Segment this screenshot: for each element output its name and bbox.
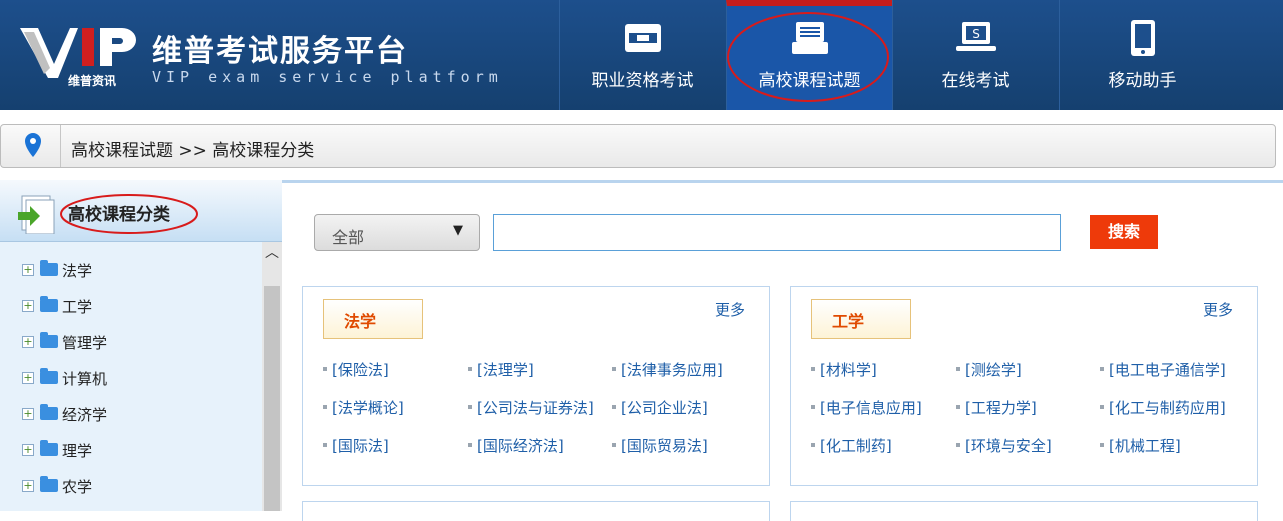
folder-icon	[40, 368, 58, 384]
tree-item-label: 农学	[62, 478, 93, 496]
course-link[interactable]: [法律事务应用]	[612, 359, 723, 380]
course-link[interactable]: [法学概论]	[323, 397, 404, 418]
panel-tab: 工学	[811, 299, 911, 339]
tree-item-label: 法学	[62, 262, 93, 280]
main-content: 全部 ▼ 搜索 法学 更多 [保险法] [法理学] [法律事务应用] [法学概论…	[282, 180, 1283, 521]
course-link[interactable]: [电子信息应用]	[811, 397, 922, 418]
dropdown-arrow-icon: ▼	[453, 223, 463, 238]
folder-icon	[40, 296, 58, 312]
breadcrumb-text: 高校课程试题 >> 高校课程分类	[71, 141, 315, 161]
panel-title: 工学	[832, 312, 865, 331]
nav-online-exam[interactable]: S 在线考试	[892, 0, 1058, 110]
course-link[interactable]: [国际法]	[323, 435, 389, 456]
more-link[interactable]: 更多	[1203, 299, 1233, 320]
expand-icon[interactable]: +	[22, 444, 34, 456]
tree-item-label: 工学	[62, 298, 93, 316]
nav-mobile-assistant[interactable]: 移动助手	[1059, 0, 1225, 110]
nav-professional-exam[interactable]: 职业资格考试	[559, 0, 725, 110]
svg-text:S: S	[972, 27, 980, 41]
red-highlight-circle	[727, 12, 889, 102]
tablet-icon	[1130, 20, 1155, 56]
id-card-icon	[624, 24, 661, 52]
category-select[interactable]: 全部 ▼	[314, 214, 480, 251]
course-link[interactable]: [测绘学]	[956, 359, 1022, 380]
course-link[interactable]: [国际经济法]	[468, 435, 564, 456]
course-link[interactable]: [国际贸易法]	[612, 435, 708, 456]
red-highlight-circle	[60, 194, 198, 234]
course-link[interactable]: [电工电子通信学]	[1100, 359, 1226, 380]
brand-small-text: 维普资讯	[68, 74, 117, 88]
course-link[interactable]: [保险法]	[323, 359, 389, 380]
expand-icon[interactable]: +	[22, 480, 34, 492]
course-link[interactable]: [工程力学]	[956, 397, 1037, 418]
top-header: 维普资讯 维普考试服务平台 VIP exam service platform …	[0, 0, 1283, 110]
course-link[interactable]: [化工与制药应用]	[1100, 397, 1226, 418]
folder-icon	[40, 440, 58, 456]
nav-label: 职业资格考试	[591, 71, 694, 91]
select-value: 全部	[332, 228, 365, 247]
scrollbar-thumb[interactable]	[264, 286, 280, 511]
document-arrow-icon	[18, 195, 55, 234]
tree-item-label: 经济学	[62, 406, 108, 424]
category-panel-law: 法学 更多 [保险法] [法理学] [法律事务应用] [法学概论] [公司法与证…	[302, 286, 770, 486]
brand-subtitle: VIP exam service platform	[152, 68, 503, 86]
category-panel-engineering: 工学 更多 [材料学] [测绘学] [电工电子通信学] [电子信息应用] [工程…	[790, 286, 1258, 486]
folder-icon	[40, 476, 58, 492]
search-button[interactable]: 搜索	[1090, 215, 1158, 249]
folder-icon	[40, 404, 58, 420]
sidebar-header: 高校课程分类	[0, 180, 282, 242]
tree-item-label: 计算机	[62, 370, 108, 388]
category-panel-partial	[302, 501, 770, 521]
search-input[interactable]	[493, 214, 1061, 251]
laptop-icon: S	[955, 22, 996, 51]
location-pin-icon	[1, 125, 61, 167]
more-link[interactable]: 更多	[715, 299, 745, 320]
expand-icon[interactable]: +	[22, 336, 34, 348]
course-link[interactable]: [环境与安全]	[956, 435, 1052, 456]
expand-icon[interactable]: +	[22, 264, 34, 276]
sidebar: 高校课程分类 + 法学 + 工学 + 管理学 + 计算机 + 经济学 + 理学 + 农学 ︿	[0, 180, 282, 511]
folder-icon	[40, 332, 58, 348]
sidebar-scrollbar[interactable]: ︿	[262, 242, 282, 511]
category-panel-partial	[790, 501, 1258, 521]
category-tree: + 法学 + 工学 + 管理学 + 计算机 + 经济学 + 理学 + 农学	[0, 242, 262, 511]
course-link[interactable]: [公司企业法]	[612, 397, 708, 418]
scroll-up-icon[interactable]: ︿	[262, 242, 282, 264]
course-link[interactable]: [公司法与证券法]	[468, 397, 594, 418]
expand-icon[interactable]: +	[22, 372, 34, 384]
course-link[interactable]: [机械工程]	[1100, 435, 1181, 456]
folder-icon	[40, 260, 58, 276]
nav-label: 在线考试	[941, 71, 1010, 91]
expand-icon[interactable]: +	[22, 300, 34, 312]
breadcrumb: 高校课程试题 >> 高校课程分类	[0, 124, 1276, 168]
course-link[interactable]: [材料学]	[811, 359, 877, 380]
panel-title: 法学	[344, 312, 377, 331]
expand-icon[interactable]: +	[22, 408, 34, 420]
panel-tab: 法学	[323, 299, 423, 339]
tree-item-label: 管理学	[62, 334, 108, 352]
course-link[interactable]: [法理学]	[468, 359, 534, 380]
brand-title: 维普考试服务平台	[152, 34, 408, 69]
tree-item-label: 理学	[62, 442, 93, 460]
course-link[interactable]: [化工制药]	[811, 435, 892, 456]
nav-label: 移动助手	[1108, 71, 1177, 91]
